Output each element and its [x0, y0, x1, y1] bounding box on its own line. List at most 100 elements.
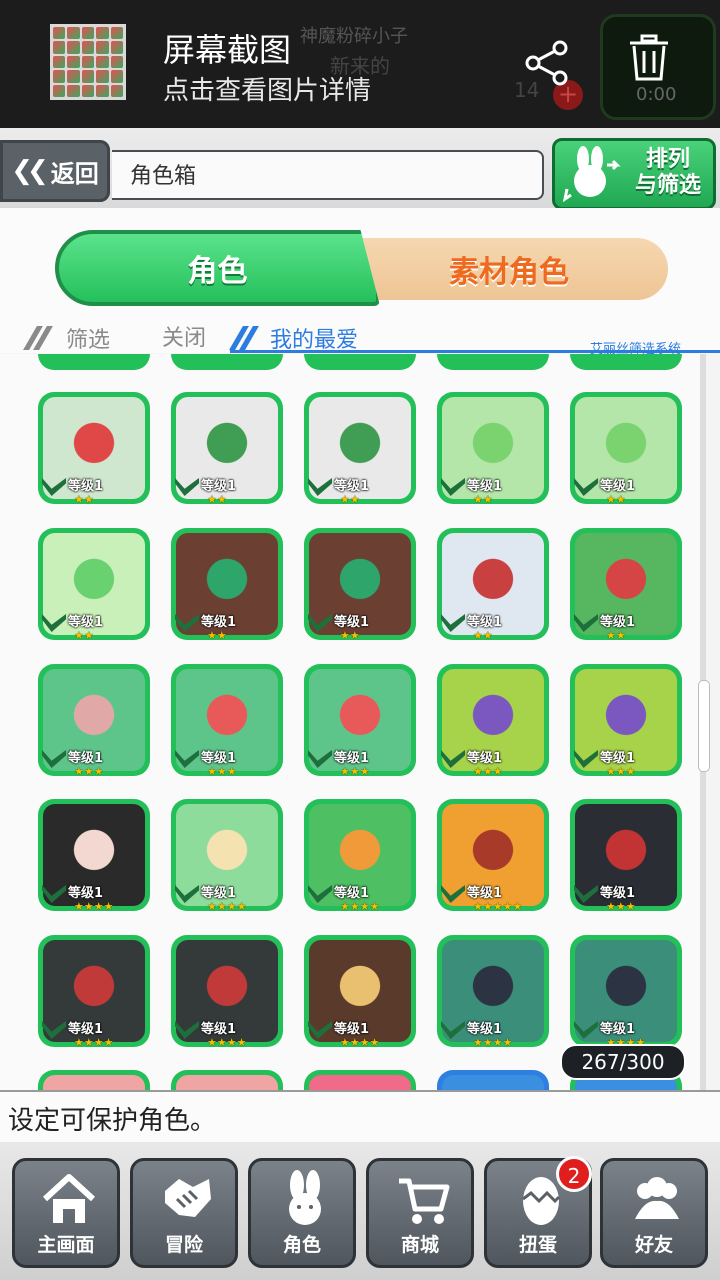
character-slot[interactable]: 等级1 ★★★: [38, 664, 150, 778]
character-slot-partial[interactable]: [171, 354, 283, 370]
character-level: 等级1: [201, 751, 237, 766]
screenshot-thumbnail[interactable]: [50, 24, 126, 100]
character-level: 等级1: [467, 615, 503, 630]
share-icon[interactable]: [524, 40, 570, 86]
handshake-icon: [165, 1179, 211, 1217]
nav-friends-button[interactable]: 好友: [600, 1158, 708, 1268]
character-slot[interactable]: 等级1 ★★★★: [38, 799, 150, 913]
nav-shop-button[interactable]: 商城: [366, 1158, 474, 1268]
sort-label-line1: 排列: [646, 147, 691, 172]
character-level: 等级1: [334, 479, 370, 494]
rarity-stars-icon: ★★★: [207, 765, 237, 778]
character-slot[interactable]: 等级1 ★★★: [171, 664, 283, 778]
sort-filter-label: 排列 与筛选: [635, 147, 701, 199]
game-timer: 0:00: [636, 84, 677, 105]
character-slot-partial[interactable]: [437, 1070, 549, 1090]
character-level: 等级1: [201, 886, 237, 901]
nav-adventure-button[interactable]: 冒险: [130, 1158, 238, 1268]
character-slot[interactable]: 等级1 ★★: [171, 392, 283, 506]
character-slot-partial[interactable]: [437, 354, 549, 370]
grid-scrollbar-thumb[interactable]: [698, 680, 710, 772]
character-slot[interactable]: 等级1 ★★: [38, 392, 150, 506]
rarity-stars-icon: ★★★: [473, 765, 503, 778]
character-slot[interactable]: 等级1 ★★★★★: [437, 799, 549, 913]
filter-label: 筛选: [66, 328, 111, 353]
friends-icon: [635, 1177, 679, 1219]
sort-filter-button[interactable]: 排列 与筛选: [552, 138, 716, 210]
rarity-stars-icon: ★★★★: [340, 1036, 380, 1049]
character-slot-partial[interactable]: [570, 354, 682, 370]
rarity-stars-icon: ★★★★: [473, 1036, 513, 1049]
nav-character-button[interactable]: 角色: [248, 1158, 356, 1268]
player-title: 神魔粉碎小子: [300, 26, 408, 47]
character-level: 等级1: [68, 751, 104, 766]
character-slot[interactable]: 等级1 ★★★★: [570, 935, 682, 1049]
character-slot-partial[interactable]: [304, 1070, 416, 1090]
character-level: 等级1: [68, 886, 104, 901]
rarity-stars-icon: ★★: [473, 493, 493, 506]
character-level: 等级1: [600, 479, 636, 494]
character-slot[interactable]: 等级1 ★★: [570, 392, 682, 506]
character-level: 等级1: [467, 1022, 503, 1037]
filter-close-toggle[interactable]: 关闭: [162, 320, 206, 352]
character-slot[interactable]: 等级1 ★★★: [570, 664, 682, 778]
character-level: 等级1: [467, 751, 503, 766]
character-level: 等级1: [600, 751, 636, 766]
character-slot[interactable]: 等级1 ★★: [38, 528, 150, 642]
nav-home-button[interactable]: 主画面: [12, 1158, 120, 1268]
character-slot-partial[interactable]: [38, 1070, 150, 1090]
screenshot-notification[interactable]: 神魔粉碎小子 新来的 14 + 0:00 屏幕截图 点击查看图片详情: [0, 0, 720, 128]
character-portrait: [176, 1075, 278, 1090]
character-slot-partial[interactable]: [171, 1070, 283, 1090]
nav-friends-label: 好友: [634, 1234, 673, 1256]
character-slot[interactable]: 等级1 ★★★★: [437, 935, 549, 1049]
character-slot[interactable]: 等级1 ★★★★: [38, 935, 150, 1049]
character-grid[interactable]: 等级1 ★★ 等级1 ★★ 等级1 ★★ 等级1 ★★ 等级1 ★★ 等级1 ★★ 等级1 ★★ 等级1 ★★…: [0, 354, 700, 1090]
character-slot[interactable]: 等级1 ★★★: [437, 664, 549, 778]
rarity-stars-icon: ★★★★: [207, 900, 247, 913]
character-slot[interactable]: 等级1 ★★: [304, 528, 416, 642]
box-count-badge: 267/300: [560, 1044, 686, 1080]
favorites-filter[interactable]: 我的最爱: [270, 322, 358, 354]
tab-material-characters[interactable]: 素材角色: [350, 238, 668, 300]
character-slot-partial[interactable]: [304, 354, 416, 370]
rarity-stars-icon: ★★: [74, 493, 94, 506]
character-level: 等级1: [68, 1022, 104, 1037]
rarity-stars-icon: ★★★: [340, 765, 370, 778]
tab-characters[interactable]: 角色: [55, 230, 380, 306]
rarity-stars-icon: ★★★: [606, 765, 636, 778]
character-level: 等级1: [334, 751, 370, 766]
rarity-stars-icon: ★★: [340, 629, 360, 642]
character-level: 等级1: [68, 479, 104, 494]
rarity-stars-icon: ★★★: [74, 765, 104, 778]
screenshot-subtitle: 点击查看图片详情: [163, 76, 372, 106]
rabbit-icon: [563, 146, 621, 203]
character-level: 等级1: [600, 886, 636, 901]
character-slot[interactable]: 等级1 ★★: [304, 392, 416, 506]
character-slot[interactable]: 等级1 ★★: [570, 528, 682, 642]
rarity-stars-icon: ★★: [606, 629, 626, 642]
character-slot[interactable]: 等级1 ★★★★: [171, 935, 283, 1049]
character-slot[interactable]: 等级1 ★★: [437, 528, 549, 642]
character-slot-partial[interactable]: [38, 354, 150, 370]
character-level: 等级1: [467, 886, 503, 901]
trash-icon[interactable]: [628, 34, 670, 82]
character-portrait: [442, 1075, 544, 1090]
character-level: 等级1: [467, 479, 503, 494]
character-slot[interactable]: 等级1 ★★: [437, 392, 549, 506]
character-slot[interactable]: 等级1 ★★★★: [304, 799, 416, 913]
character-level: 等级1: [600, 615, 636, 630]
rarity-stars-icon: ★★★: [606, 900, 636, 913]
character-level: 等级1: [334, 1022, 370, 1037]
character-slot[interactable]: 等级1 ★★★★: [304, 935, 416, 1049]
rarity-stars-icon: ★★: [207, 493, 227, 506]
character-slot[interactable]: 等级1 ★★★: [570, 799, 682, 913]
character-slot[interactable]: 等级1 ★★: [171, 528, 283, 642]
rarity-stars-icon: ★★: [340, 493, 360, 506]
nav-character-label: 角色: [282, 1234, 321, 1256]
back-button[interactable]: ❮❮ 返回: [0, 140, 110, 202]
character-slot[interactable]: 等级1 ★★★★: [171, 799, 283, 913]
rarity-stars-icon: ★★★★: [207, 1036, 247, 1049]
character-level: 等级1: [68, 615, 104, 630]
character-slot[interactable]: 等级1 ★★★: [304, 664, 416, 778]
